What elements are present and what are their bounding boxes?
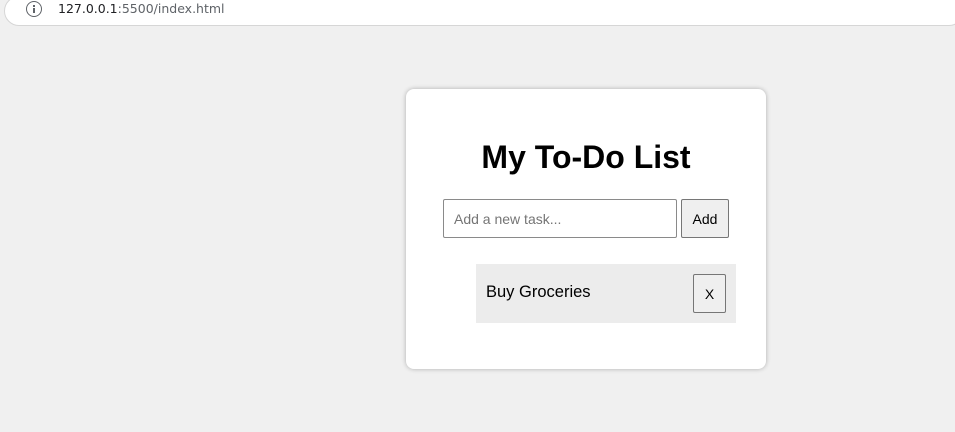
url-text[interactable]: 127.0.0.1:5500/index.html [58,1,225,16]
add-task-button[interactable]: Add [681,199,729,238]
task-list-item: Buy Groceries X [476,264,736,323]
remove-task-button[interactable]: X [693,274,726,313]
new-task-input[interactable] [443,199,677,238]
todo-card: My To-Do List Add Buy Groceries X [406,89,766,369]
site-info-icon[interactable] [26,1,42,17]
task-text: Buy Groceries [486,283,591,301]
browser-address-bar: 127.0.0.1:5500/index.html [0,0,955,28]
page-title: My To-Do List [481,139,691,175]
url-field[interactable]: 127.0.0.1:5500/index.html [4,0,955,26]
